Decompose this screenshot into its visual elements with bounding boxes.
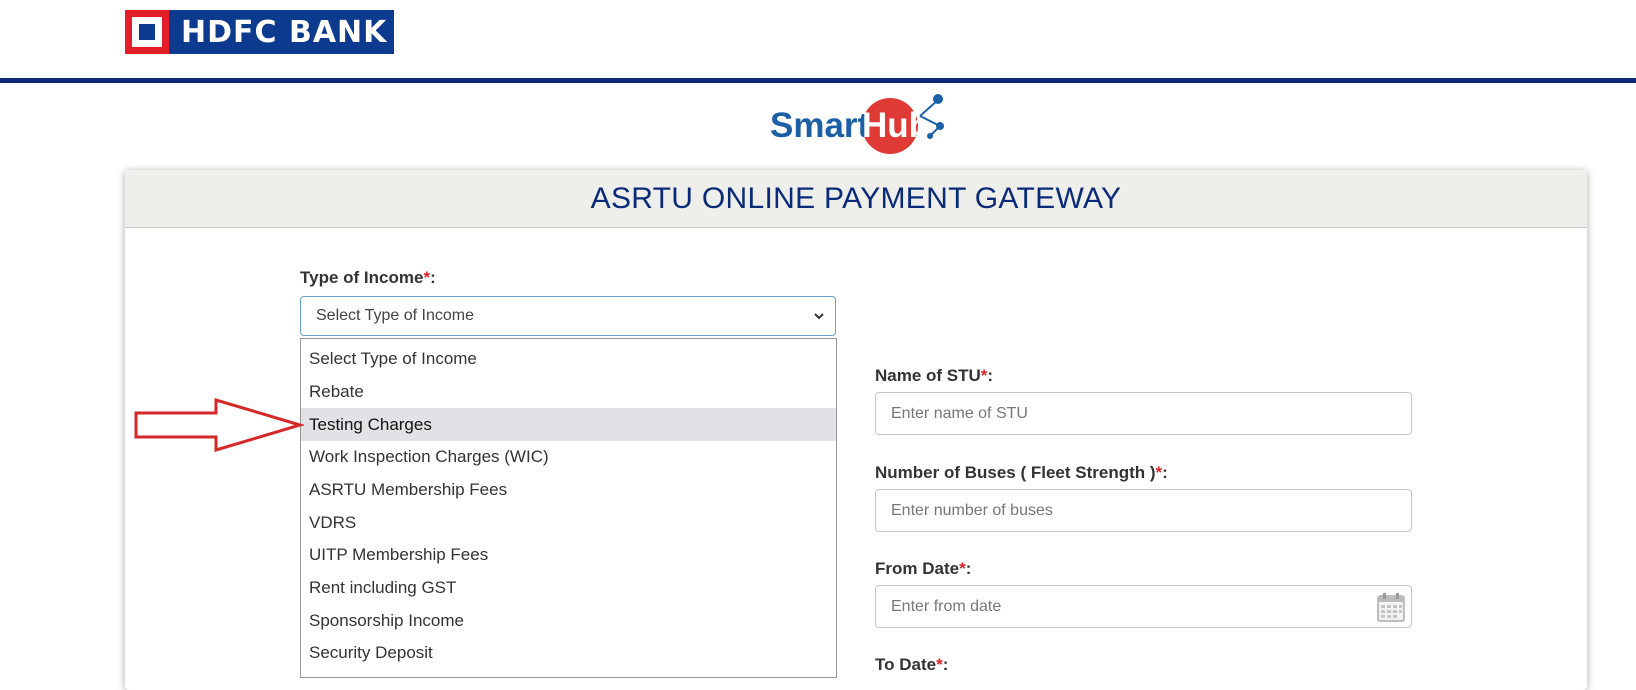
- hdfc-bank-logo[interactable]: HDFC BANK: [125, 10, 394, 54]
- from-date-placeholder: Enter from date: [891, 598, 1002, 615]
- stu-name-placeholder: Enter name of STU: [891, 405, 1028, 422]
- income-type-select[interactable]: Select Type of Income: [300, 296, 836, 336]
- income-option-wic[interactable]: Work Inspection Charges (WIC): [301, 440, 836, 473]
- red-arrow-icon: [134, 398, 304, 452]
- income-option-uitp[interactable]: UITP Membership Fees: [301, 538, 836, 571]
- income-option-vdrs[interactable]: VDRS: [301, 506, 836, 539]
- buses-placeholder: Enter number of buses: [891, 502, 1053, 519]
- from-date-input[interactable]: Enter from date: [875, 585, 1412, 628]
- income-option-membership-fees[interactable]: ASRTU Membership Fees: [301, 473, 836, 506]
- network-dots-icon: [919, 94, 944, 139]
- income-option-sponsorship[interactable]: Sponsorship Income: [301, 604, 836, 637]
- hdfc-logo-icon: [125, 10, 169, 54]
- income-option-security-deposit[interactable]: Security Deposit: [301, 636, 836, 669]
- stu-name-input[interactable]: Enter name of STU: [875, 392, 1412, 435]
- income-type-label: Type of Income*:: [300, 268, 436, 287]
- to-date-label: To Date*:: [875, 655, 949, 674]
- top-header: HDFC BANK: [0, 0, 1636, 83]
- page-title: ASRTU ONLINE PAYMENT GATEWAY: [590, 181, 1122, 215]
- income-option-testing-charges[interactable]: Testing Charges: [301, 408, 836, 441]
- income-type-dropdown[interactable]: Select Type of Income Rebate Testing Cha…: [300, 338, 837, 678]
- income-option-rebate[interactable]: Rebate: [301, 375, 836, 408]
- stu-name-label: Name of STU*:: [875, 366, 994, 385]
- card-header: ASRTU ONLINE PAYMENT GATEWAY: [125, 170, 1587, 228]
- buses-input[interactable]: Enter number of buses: [875, 489, 1412, 532]
- bank-name: HDFC BANK: [181, 14, 388, 50]
- income-option-select[interactable]: Select Type of Income: [301, 342, 836, 375]
- smarthub-smart-text: Smart: [770, 106, 870, 145]
- calendar-icon[interactable]: [1377, 592, 1405, 622]
- buses-label: Number of Buses ( Fleet Strength )*:: [875, 463, 1168, 482]
- income-selected-value: Select Type of Income: [316, 307, 475, 324]
- from-date-label: From Date*:: [875, 559, 972, 578]
- chevron-down-icon: [814, 313, 824, 320]
- smarthub-logo: Smart Hub: [770, 92, 950, 158]
- income-option-rent[interactable]: Rent including GST: [301, 571, 836, 604]
